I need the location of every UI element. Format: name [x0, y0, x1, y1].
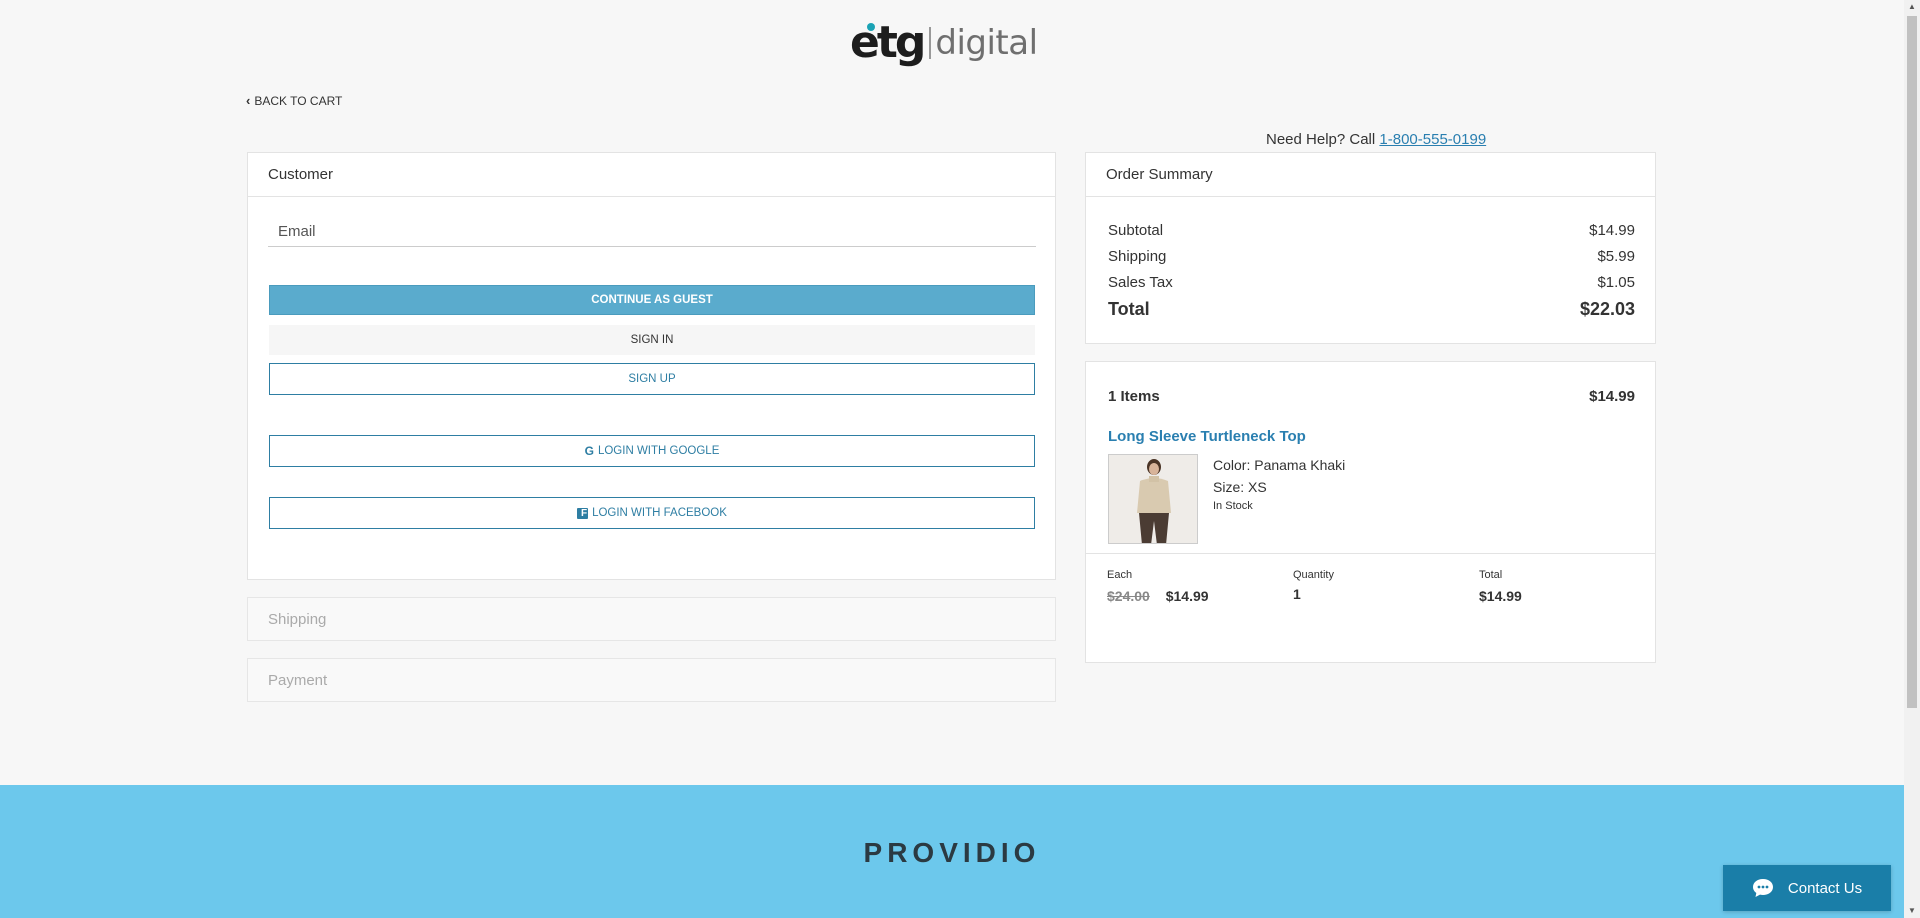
help-phone-link[interactable]: 1-800-555-0199 — [1379, 131, 1486, 148]
shipping-label: Shipping — [1108, 248, 1167, 265]
continue-as-guest-label: CONTINUE AS GUEST — [591, 294, 713, 306]
shipping-header: Shipping — [268, 610, 327, 628]
cart-items-panel: 1 Items $14.99 Long Sleeve Turtleneck To… — [1085, 361, 1656, 663]
quantity-label: Quantity — [1293, 569, 1334, 581]
product-name-link[interactable]: Long Sleeve Turtleneck Top — [1108, 428, 1306, 445]
product-image[interactable] — [1108, 454, 1198, 544]
items-total: $14.99 — [1589, 388, 1635, 405]
logo-divider — [929, 27, 932, 59]
line-total-label: Total — [1479, 569, 1503, 581]
shipping-section[interactable]: Shipping — [247, 597, 1056, 641]
each-price: $24.00 $14.99 — [1107, 588, 1209, 604]
customer-panel: Customer CONTINUE AS GUEST SIGN IN SIGN … — [247, 152, 1056, 580]
sale-price: $14.99 — [1165, 588, 1209, 604]
email-field[interactable] — [268, 217, 1036, 247]
line-total-value: $14.99 — [1479, 588, 1522, 604]
sign-in-button[interactable]: SIGN IN — [269, 325, 1035, 355]
logo-brand: etg — [850, 17, 926, 68]
shipping-row: Shipping $5.99 — [1108, 248, 1635, 265]
scroll-thumb[interactable] — [1907, 16, 1917, 708]
sign-up-label: SIGN UP — [628, 373, 676, 385]
login-facebook-button[interactable]: f LOGIN WITH FACEBOOK — [269, 497, 1035, 529]
payment-header: Payment — [268, 671, 328, 689]
customer-header: Customer — [248, 153, 1055, 197]
login-google-label: LOGIN WITH GOOGLE — [597, 445, 720, 457]
contact-us-button[interactable]: Contact Us — [1723, 865, 1891, 911]
contact-us-label: Contact Us — [1787, 879, 1863, 897]
subtotal-row: Subtotal $14.99 — [1108, 222, 1635, 239]
site-footer: PROVIDIO — [0, 785, 1904, 918]
items-header: 1 Items $14.99 — [1108, 388, 1635, 405]
sign-in-label: SIGN IN — [630, 334, 674, 346]
help-prefix: Need Help? Call — [1266, 131, 1380, 148]
help-line: Need Help? Call 1-800-555-0199 — [1266, 131, 1486, 148]
product-size: Size: XS — [1213, 479, 1267, 495]
product-photo-icon — [1109, 455, 1197, 543]
total-row: Total $22.03 — [1108, 299, 1635, 320]
product-stock: In Stock — [1213, 500, 1253, 512]
back-to-cart-label: BACK TO CART — [254, 93, 343, 108]
logo-suffix: digital — [935, 23, 1038, 63]
scroll-up-icon[interactable]: ▲ — [1904, 0, 1920, 14]
google-icon: G — [584, 444, 594, 458]
facebook-icon: f — [577, 507, 589, 519]
login-facebook-label: LOGIN WITH FACEBOOK — [592, 507, 727, 519]
site-logo[interactable]: etg digital — [850, 18, 1038, 68]
quantity-value: 1 — [1293, 586, 1301, 602]
sales-tax-row: Sales Tax $1.05 — [1108, 274, 1635, 291]
each-label: Each — [1107, 569, 1133, 581]
total-value: $22.03 — [1579, 299, 1635, 319]
logo-dot-icon — [867, 23, 875, 31]
payment-section[interactable]: Payment — [247, 658, 1056, 702]
sales-tax-value: $1.05 — [1597, 274, 1635, 291]
shipping-value: $5.99 — [1597, 248, 1635, 265]
chevron-left-icon: ‹ — [246, 93, 251, 108]
original-price: $24.00 — [1107, 588, 1150, 604]
continue-as-guest-button[interactable]: CONTINUE AS GUEST — [269, 285, 1035, 315]
back-to-cart-link[interactable]: ‹ BACK TO CART — [246, 93, 342, 108]
sign-up-button[interactable]: SIGN UP — [269, 363, 1035, 395]
sales-tax-label: Sales Tax — [1108, 274, 1173, 291]
product-color: Color: Panama Khaki — [1213, 457, 1346, 473]
items-divider — [1086, 553, 1655, 554]
order-summary-panel: Order Summary Subtotal $14.99 Shipping $… — [1085, 152, 1656, 344]
items-count: 1 Items — [1108, 388, 1160, 405]
footer-brand: PROVIDIO — [863, 837, 1041, 868]
page-scrollbar[interactable]: ▲ ▼ — [1904, 0, 1920, 918]
subtotal-label: Subtotal — [1108, 222, 1164, 239]
order-summary-header: Order Summary — [1086, 153, 1655, 197]
chat-bubble-icon — [1752, 879, 1773, 897]
subtotal-value: $14.99 — [1589, 222, 1635, 239]
scroll-down-icon[interactable]: ▼ — [1904, 904, 1920, 918]
login-google-button[interactable]: G LOGIN WITH GOOGLE — [269, 435, 1035, 467]
total-label: Total — [1108, 299, 1150, 319]
